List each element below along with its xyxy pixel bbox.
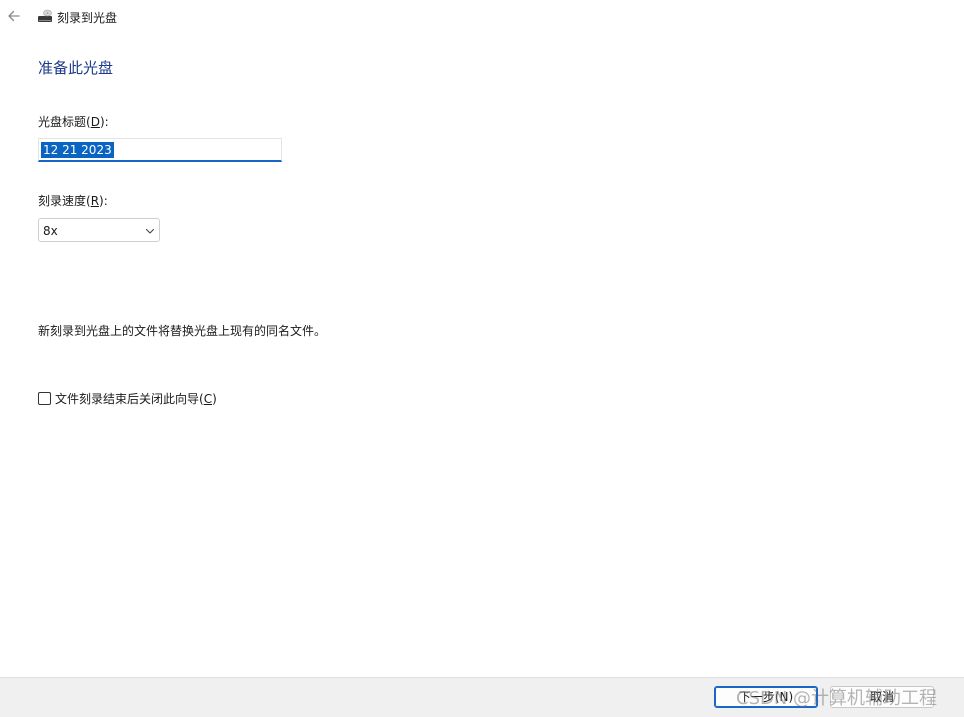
burn-speed-select[interactable]: 8x xyxy=(38,218,160,242)
disc-title-label-key: D xyxy=(90,115,100,129)
disc-title-value: 12 21 2023 xyxy=(41,142,114,158)
burn-speed-label-prefix: 刻录速度( xyxy=(38,194,91,208)
back-button[interactable] xyxy=(4,6,24,26)
burn-speed-label-suffix: ): xyxy=(99,194,108,208)
disc-drive-icon xyxy=(38,9,52,22)
cancel-button[interactable]: 取消 xyxy=(830,686,934,708)
window-title: 刻录到光盘 xyxy=(57,11,118,25)
footer-bar: 下一步(N) 取消 xyxy=(0,677,964,717)
burn-to-disc-window: 刻录到光盘 准备此光盘 光盘标题(D): 12 21 2023 刻录速度(R):… xyxy=(0,0,964,717)
close-wizard-label-prefix: 文件刻录结束后关闭此向导( xyxy=(55,391,204,406)
disc-title-label: 光盘标题(D): xyxy=(38,113,109,130)
close-wizard-label-key: C xyxy=(203,391,213,406)
disc-title-label-prefix: 光盘标题( xyxy=(38,115,91,129)
burn-speed-value: 8x xyxy=(43,224,58,238)
close-wizard-label: 文件刻录结束后关闭此向导(C) xyxy=(55,390,217,407)
title-bar: 刻录到光盘 xyxy=(0,0,964,32)
disc-title-label-suffix: ): xyxy=(99,115,109,129)
page-heading: 准备此光盘 xyxy=(38,59,114,77)
close-wizard-option[interactable]: 文件刻录结束后关闭此向导(C) xyxy=(38,390,217,406)
info-text: 新刻录到光盘上的文件将替换光盘上现有的同名文件。 xyxy=(38,324,327,338)
chevron-down-icon xyxy=(145,228,155,234)
arrow-left-icon xyxy=(8,10,20,22)
close-wizard-label-suffix: ) xyxy=(212,391,217,406)
close-wizard-checkbox[interactable] xyxy=(38,391,51,405)
next-button[interactable]: 下一步(N) xyxy=(714,686,818,708)
burn-speed-label-key: R xyxy=(90,194,100,208)
disc-title-input[interactable]: 12 21 2023 xyxy=(38,138,282,162)
burn-speed-label: 刻录速度(R): xyxy=(38,192,108,209)
